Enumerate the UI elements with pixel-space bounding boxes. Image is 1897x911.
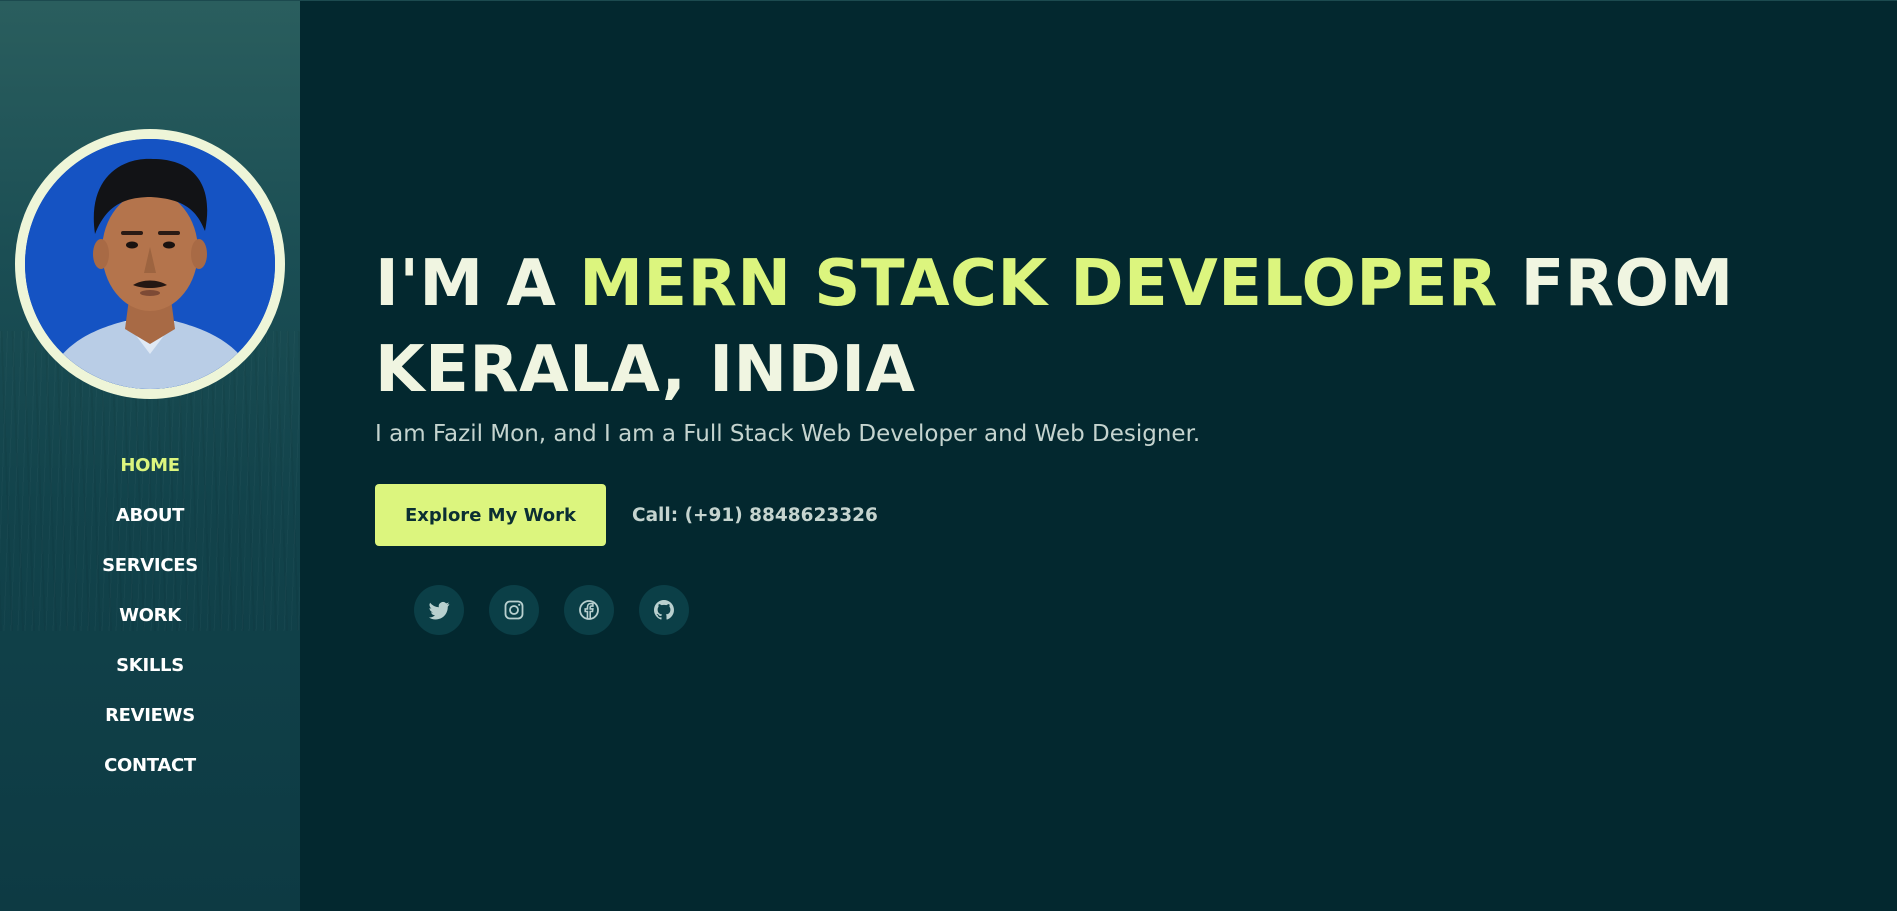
hero-section: I'M A MERN STACK DEVELOPER FROM KERALA, …	[375, 241, 1855, 449]
headline-accent: MERN STACK DEVELOPER	[579, 247, 1498, 321]
profile-photo	[25, 139, 275, 389]
hero-headline: I'M A MERN STACK DEVELOPER FROM KERALA, …	[375, 241, 1855, 413]
twitter-link[interactable]	[414, 585, 464, 635]
page: HOME ABOUT SERVICES WORK SKILLS REVIEWS …	[0, 0, 1897, 911]
explore-work-button[interactable]: Explore My Work	[375, 484, 606, 546]
nav-item-skills[interactable]: SKILLS	[0, 641, 300, 691]
github-icon	[653, 600, 674, 620]
nav-item-contact[interactable]: CONTACT	[0, 741, 300, 791]
instagram-icon	[504, 600, 524, 620]
facebook-icon	[579, 600, 599, 620]
nav-item-about[interactable]: ABOUT	[0, 491, 300, 541]
avatar	[15, 129, 285, 399]
instagram-link[interactable]	[489, 585, 539, 635]
headline-prefix: I'M A	[375, 247, 580, 321]
sidebar: HOME ABOUT SERVICES WORK SKILLS REVIEWS …	[0, 1, 300, 911]
nav-item-home[interactable]: HOME	[0, 441, 300, 491]
facebook-link[interactable]	[564, 585, 614, 635]
nav-item-services[interactable]: SERVICES	[0, 541, 300, 591]
call-phone-link[interactable]: Call: (+91) 8848623326	[632, 505, 878, 526]
github-link[interactable]	[639, 585, 689, 635]
twitter-icon	[429, 601, 450, 620]
nav-item-work[interactable]: WORK	[0, 591, 300, 641]
cta-row: Explore My Work Call: (+91) 8848623326	[375, 484, 878, 546]
sidebar-nav: HOME ABOUT SERVICES WORK SKILLS REVIEWS …	[0, 441, 300, 791]
social-links	[414, 585, 689, 635]
hero-subtitle: I am Fazil Mon, and I am a Full Stack We…	[375, 421, 1201, 447]
nav-item-reviews[interactable]: REVIEWS	[0, 691, 300, 741]
